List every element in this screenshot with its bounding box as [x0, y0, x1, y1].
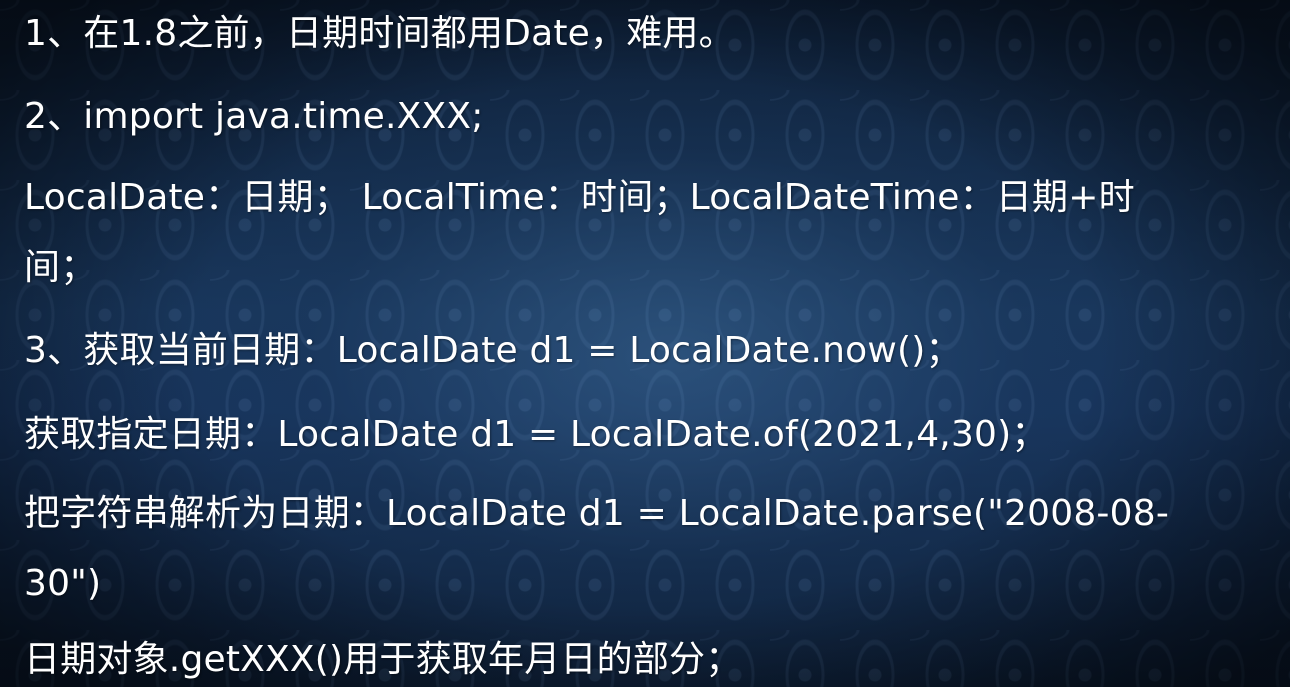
- slide-line-1: 1、在1.8之前，日期时间都用Date，难用。: [24, 13, 735, 54]
- slide-line-6: 把字符串解析为日期：LocalDate d1 = LocalDate.parse…: [24, 493, 1170, 534]
- slide-line-2: 2、import java.time.XXX;: [24, 96, 484, 137]
- slide-line-7: 日期对象.getXXX()用于获取年月日的部分；: [24, 639, 742, 680]
- slide-line-6-continued: 30"): [24, 563, 102, 604]
- slide-line-5: 获取指定日期：LocalDate d1 = LocalDate.of(2021,…: [24, 414, 1048, 455]
- presentation-slide: 1、在1.8之前，日期时间都用Date，难用。 2、import java.ti…: [0, 0, 1290, 687]
- slide-line-3-continued: 间；: [24, 247, 97, 288]
- slide-line-3: LocalDate：日期； LocalTime：时间；LocalDateTime…: [24, 177, 1135, 218]
- slide-line-4: 3、获取当前日期：LocalDate d1 = LocalDate.now()；: [24, 330, 962, 371]
